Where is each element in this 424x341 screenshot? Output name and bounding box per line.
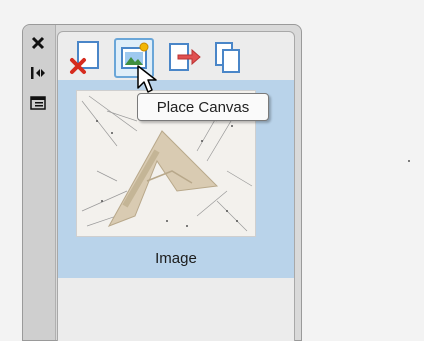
screen: Image Place Canvas bbox=[0, 0, 424, 341]
panel-side-strip bbox=[23, 25, 56, 340]
arrow-collapse-icon[interactable] bbox=[27, 63, 49, 83]
close-icon[interactable] bbox=[27, 33, 49, 53]
duplicate-pages-icon bbox=[215, 42, 240, 73]
duplicate-canvas-button[interactable] bbox=[208, 38, 248, 78]
mouse-pointer-icon bbox=[137, 65, 157, 93]
tooltip: Place Canvas bbox=[137, 93, 269, 121]
canvas-panel: Image bbox=[22, 24, 302, 341]
delete-page-icon bbox=[70, 41, 99, 74]
canvas-toolbar bbox=[62, 36, 290, 80]
canvas-panel-content: Image bbox=[57, 31, 295, 341]
canvas-item-label: Image bbox=[155, 250, 197, 267]
panel-menu-icon[interactable] bbox=[27, 93, 49, 113]
stray-dot bbox=[408, 160, 410, 162]
page-arrow-icon bbox=[169, 43, 201, 71]
delete-canvas-button[interactable] bbox=[66, 38, 106, 78]
move-to-canvas-button[interactable] bbox=[164, 38, 204, 78]
